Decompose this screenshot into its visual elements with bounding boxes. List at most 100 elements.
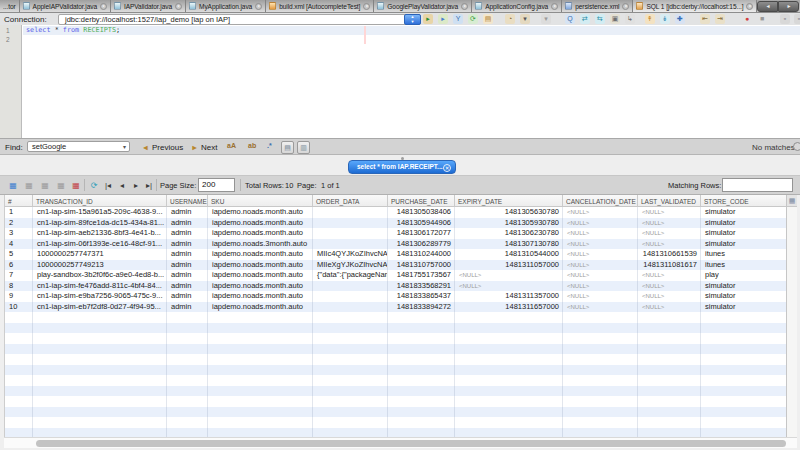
sql-editor[interactable]: select * from RECEIPTS; 12 <box>0 25 800 138</box>
whole-words-icon[interactable]: ab <box>248 142 256 149</box>
table-row[interactable] <box>5 386 786 397</box>
table-row[interactable]: 3cn1-iap-sim-aeb21336-8bf3-4e41-b...admi… <box>5 228 786 239</box>
editor-tab[interactable]: MyApplication.java× <box>186 0 266 12</box>
save-icon[interactable]: ▣ <box>610 14 620 24</box>
last-page-icon[interactable]: ▸| <box>143 180 155 192</box>
previous-button[interactable]: Previous <box>152 143 183 152</box>
window-icon[interactable]: ▫ <box>780 14 790 24</box>
table-row[interactable] <box>5 428 786 438</box>
column-header[interactable]: EXPIRY_DATE <box>455 195 563 206</box>
editor-tab[interactable]: ApplicationConfig.java× <box>472 0 562 12</box>
tab-scroll-right-icon[interactable]: ▸ <box>778 1 799 12</box>
filter-icon[interactable]: Y <box>453 14 463 24</box>
window2-icon[interactable]: ▫ <box>794 14 800 24</box>
upload-icon[interactable]: ↟ <box>645 14 655 24</box>
editor-tab[interactable]: AppleIAPValidator.java× <box>20 0 111 12</box>
table-row[interactable] <box>5 396 786 407</box>
table-row[interactable]: 4cn1-iap-sim-06f1393e-ce16-48cf-91...adm… <box>5 239 786 250</box>
column-header[interactable]: LAST_VALIDATED <box>638 195 701 206</box>
table-row[interactable] <box>5 312 786 323</box>
match-case-icon[interactable]: aA <box>227 142 236 149</box>
delete-row-icon[interactable]: ▦ <box>39 180 51 192</box>
new-file-icon[interactable]: ▤ <box>483 14 493 24</box>
column-header[interactable]: USERNAME <box>167 195 208 206</box>
shift-right-icon[interactable]: ⇥ <box>715 14 725 24</box>
tab-close-icon[interactable]: × <box>100 3 107 10</box>
horizontal-scrollbar-thumb[interactable] <box>36 440 786 447</box>
run-selection-icon[interactable]: ▸ <box>438 14 448 24</box>
zoom-icon[interactable]: Q <box>565 14 575 24</box>
editor-tab[interactable]: GooglePlayValidator.java× <box>374 0 472 12</box>
page-size-input[interactable]: 200 <box>198 178 235 192</box>
next-page-icon[interactable]: ▸ <box>130 180 142 192</box>
highlight-results-icon[interactable]: ▤ <box>281 141 294 154</box>
tab-close-icon[interactable]: × <box>551 3 558 10</box>
matching-rows-input[interactable] <box>722 178 793 192</box>
column-header[interactable]: TRANSACTION_ID <box>33 195 167 206</box>
column-header[interactable]: SKU <box>208 195 313 206</box>
prev-page-icon[interactable]: ◂ <box>116 180 128 192</box>
export-icon[interactable]: ↳ <box>625 14 635 24</box>
vertical-scrollbar[interactable] <box>786 195 797 437</box>
column-header[interactable]: STORE_CODE <box>701 195 787 206</box>
table-row[interactable]: 1cn1-iap-sim-15a961a5-209c-4638-9...admi… <box>5 207 786 218</box>
refresh-connection-icon[interactable]: ⟳ <box>468 14 478 24</box>
insert-row-icon[interactable]: ▦ <box>23 180 35 192</box>
table-row[interactable] <box>5 323 786 334</box>
table-row[interactable] <box>5 407 786 418</box>
table-row[interactable]: 2cn1-iap-sim-89fce1da-dc15-434a-81...adm… <box>5 218 786 229</box>
find-input[interactable]: setGoogle▾ <box>27 141 130 152</box>
tab-close-icon[interactable]: × <box>255 3 262 10</box>
connection-combo-arrow-icon[interactable]: ▲▼ <box>404 14 421 25</box>
link-icon[interactable]: ✚ <box>675 14 685 24</box>
column-header[interactable]: CANCELLATION_DATE <box>563 195 638 206</box>
column-header[interactable]: PURCHASE_DATE <box>388 195 455 206</box>
truncate-table-icon[interactable]: ▦ <box>55 180 67 192</box>
table-row[interactable]: 7play-sandbox-3b2f0f6c-a9e0-4ed8-b...adm… <box>5 270 786 281</box>
editor-tab[interactable]: SQL 1 [jdbc:derby://localhost:15...]× <box>633 0 757 12</box>
table-row[interactable]: 51000000257747371adminiapdemo.noads.mont… <box>5 249 786 260</box>
connection-combo[interactable]: jdbc:derby://localhost:1527/iap_demo [ia… <box>58 14 421 25</box>
stop-grid-icon[interactable]: ▦ <box>70 180 82 192</box>
editor-tab[interactable]: build.xml [AutocompleteTest]× <box>266 0 374 12</box>
column-header[interactable]: # <box>5 195 33 206</box>
refresh-results-icon[interactable]: ⟳ <box>88 180 100 192</box>
table-row[interactable] <box>5 417 786 428</box>
tab-scroll-left-icon[interactable]: ◂ <box>757 1 778 12</box>
save-menu-icon[interactable]: ▾ <box>520 14 530 24</box>
grid-corner-icon[interactable]: ▦ <box>786 195 797 207</box>
shift-left-icon[interactable]: ⇤ <box>700 14 710 24</box>
regex-icon[interactable]: .* <box>267 142 272 149</box>
table-row[interactable]: 8cn1-iap-sim-fe476add-811c-4bf4-84...adm… <box>5 281 786 292</box>
tab-close-icon[interactable]: × <box>622 3 629 10</box>
wrap-search-icon[interactable]: ▥ <box>297 141 310 154</box>
table-edit-icon[interactable]: ▦ <box>7 180 19 192</box>
record-icon[interactable]: ● <box>742 14 752 24</box>
history-icon[interactable]: ◔ <box>505 14 515 24</box>
table-row[interactable] <box>5 365 786 376</box>
table-row[interactable] <box>5 354 786 365</box>
tab-close-icon[interactable]: × <box>746 3 753 10</box>
editor-tab[interactable]: IAPValidator.java× <box>111 0 186 12</box>
editor-tab[interactable]: ...tor <box>0 0 20 12</box>
stop-icon[interactable]: ■ <box>757 14 767 24</box>
editor-tab[interactable]: persistence.xml× <box>562 0 633 12</box>
run-sql-icon[interactable]: ▸ <box>423 14 433 24</box>
table-row[interactable]: 9cn1-iap-sim-e9ba7256-9065-475c-9...admi… <box>5 291 786 302</box>
result-tab[interactable]: select * from IAP.RECEIPT... ✕ <box>348 160 456 174</box>
next-button[interactable]: Next <box>201 143 217 152</box>
tab-close-icon[interactable]: × <box>363 3 370 10</box>
tab-close-icon[interactable]: × <box>175 3 182 10</box>
swap-icon[interactable]: ⇄ <box>580 14 590 24</box>
find-dropdown-icon[interactable]: ▾ <box>123 143 126 152</box>
first-page-icon[interactable]: |◂ <box>102 180 114 192</box>
column-header[interactable]: ORDER_DATA <box>313 195 388 206</box>
table-row[interactable]: 10cn1-iap-sim-eb7f2df8-0d27-4f94-95...ad… <box>5 302 786 313</box>
table-row[interactable]: 61000000257749213adminiapdemo.noads.mont… <box>5 260 786 271</box>
table-row[interactable] <box>5 344 786 355</box>
tab-close-icon[interactable]: × <box>461 3 468 10</box>
table-row[interactable] <box>5 375 786 386</box>
result-tab-close-icon[interactable]: ✕ <box>443 164 451 172</box>
download-icon[interactable]: ↡ <box>660 14 670 24</box>
horizontal-scrollbar[interactable] <box>4 437 797 448</box>
